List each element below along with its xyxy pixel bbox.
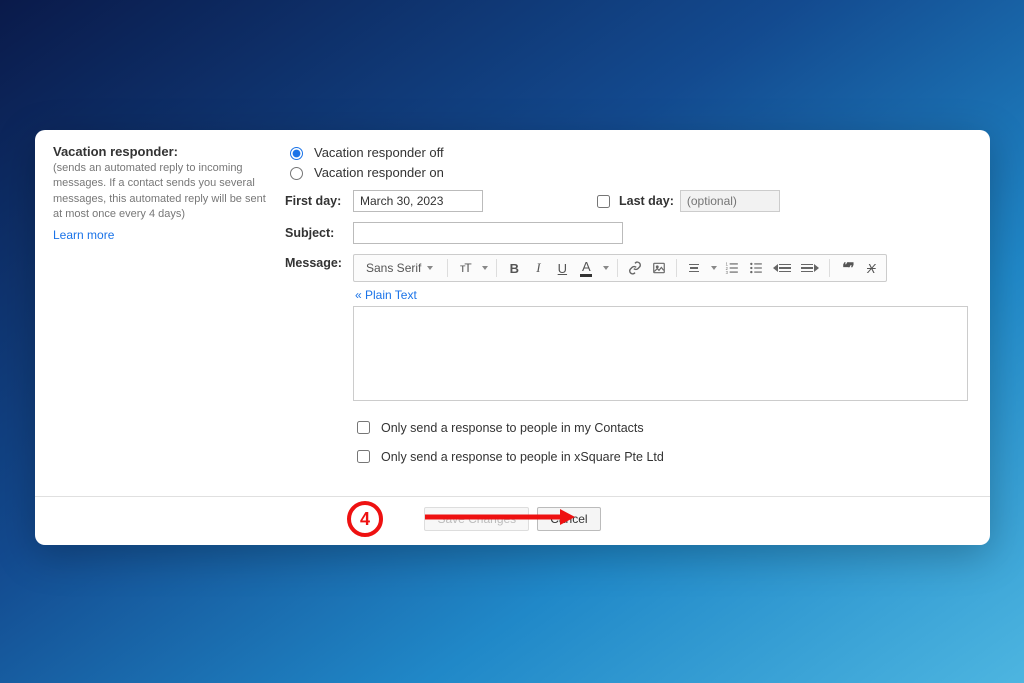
indent-less-icon[interactable] — [771, 258, 793, 278]
last-day-label: Last day: — [619, 194, 674, 208]
rich-text-toolbar: Sans Serif тT B I U A — [353, 254, 887, 282]
radio-on-input[interactable] — [290, 167, 303, 180]
radio-off-input[interactable] — [290, 147, 303, 160]
annotation-step-number: 4 — [347, 501, 383, 537]
underline-button[interactable]: U — [553, 258, 571, 278]
remove-format-icon[interactable]: X — [862, 258, 880, 278]
italic-button[interactable]: I — [529, 258, 547, 278]
svg-text:3: 3 — [726, 270, 729, 275]
link-icon[interactable] — [626, 258, 644, 278]
indent-more-icon[interactable] — [799, 258, 821, 278]
radio-responder-on[interactable]: Vacation responder on — [285, 164, 972, 180]
align-icon[interactable] — [685, 258, 703, 278]
only-domain-row[interactable]: Only send a response to people in xSquar… — [353, 447, 972, 466]
font-size-button[interactable]: тT — [456, 258, 474, 278]
last-day-input — [680, 190, 780, 212]
footer-bar: Save Changes Cancel — [35, 496, 990, 545]
message-label: Message: — [285, 254, 343, 270]
section-right: Vacation responder off Vacation responde… — [285, 144, 972, 476]
subject-input[interactable] — [353, 222, 623, 244]
chevron-down-icon — [711, 266, 717, 270]
first-day-row: First day: Last day: — [285, 190, 972, 212]
bold-button[interactable]: B — [505, 258, 523, 278]
bullet-list-icon[interactable] — [747, 258, 765, 278]
subject-row: Subject: — [285, 222, 972, 244]
section-help-text: (sends an automated reply to incoming me… — [53, 161, 275, 223]
cancel-button[interactable]: Cancel — [537, 507, 600, 531]
image-icon[interactable] — [650, 258, 668, 278]
only-domain-checkbox[interactable] — [357, 450, 370, 463]
learn-more-link[interactable]: Learn more — [53, 228, 114, 242]
only-contacts-checkbox[interactable] — [357, 421, 370, 434]
only-contacts-label: Only send a response to people in my Con… — [381, 421, 644, 435]
message-row: Message: Sans Serif тT B I U A — [285, 254, 972, 466]
text-color-button[interactable]: A — [577, 258, 595, 278]
radio-on-label: Vacation responder on — [314, 165, 444, 180]
numbered-list-icon[interactable]: 123 — [723, 258, 741, 278]
section-title: Vacation responder: — [53, 144, 275, 159]
settings-panel: Vacation responder: (sends an automated … — [35, 130, 990, 545]
section-left: Vacation responder: (sends an automated … — [53, 144, 275, 476]
editor-wrap: Sans Serif тT B I U A — [353, 254, 972, 466]
radio-responder-off[interactable]: Vacation responder off — [285, 144, 972, 160]
subject-label: Subject: — [285, 226, 343, 240]
chevron-down-icon — [427, 266, 433, 270]
first-day-label: First day: — [285, 194, 343, 208]
font-family-select[interactable]: Sans Serif — [360, 259, 439, 277]
last-day-wrap: Last day: — [593, 190, 780, 212]
last-day-checkbox[interactable] — [597, 195, 610, 208]
quote-icon[interactable]: ❝❞ — [838, 258, 856, 278]
only-domain-label: Only send a response to people in xSquar… — [381, 450, 664, 464]
radio-off-label: Vacation responder off — [314, 145, 444, 160]
save-changes-button[interactable]: Save Changes — [424, 507, 529, 531]
chevron-down-icon — [603, 266, 609, 270]
chevron-down-icon — [482, 266, 488, 270]
plain-text-link[interactable]: « Plain Text — [355, 288, 417, 302]
only-contacts-row[interactable]: Only send a response to people in my Con… — [353, 418, 972, 437]
first-day-input[interactable] — [353, 190, 483, 212]
message-textarea[interactable] — [353, 306, 968, 401]
